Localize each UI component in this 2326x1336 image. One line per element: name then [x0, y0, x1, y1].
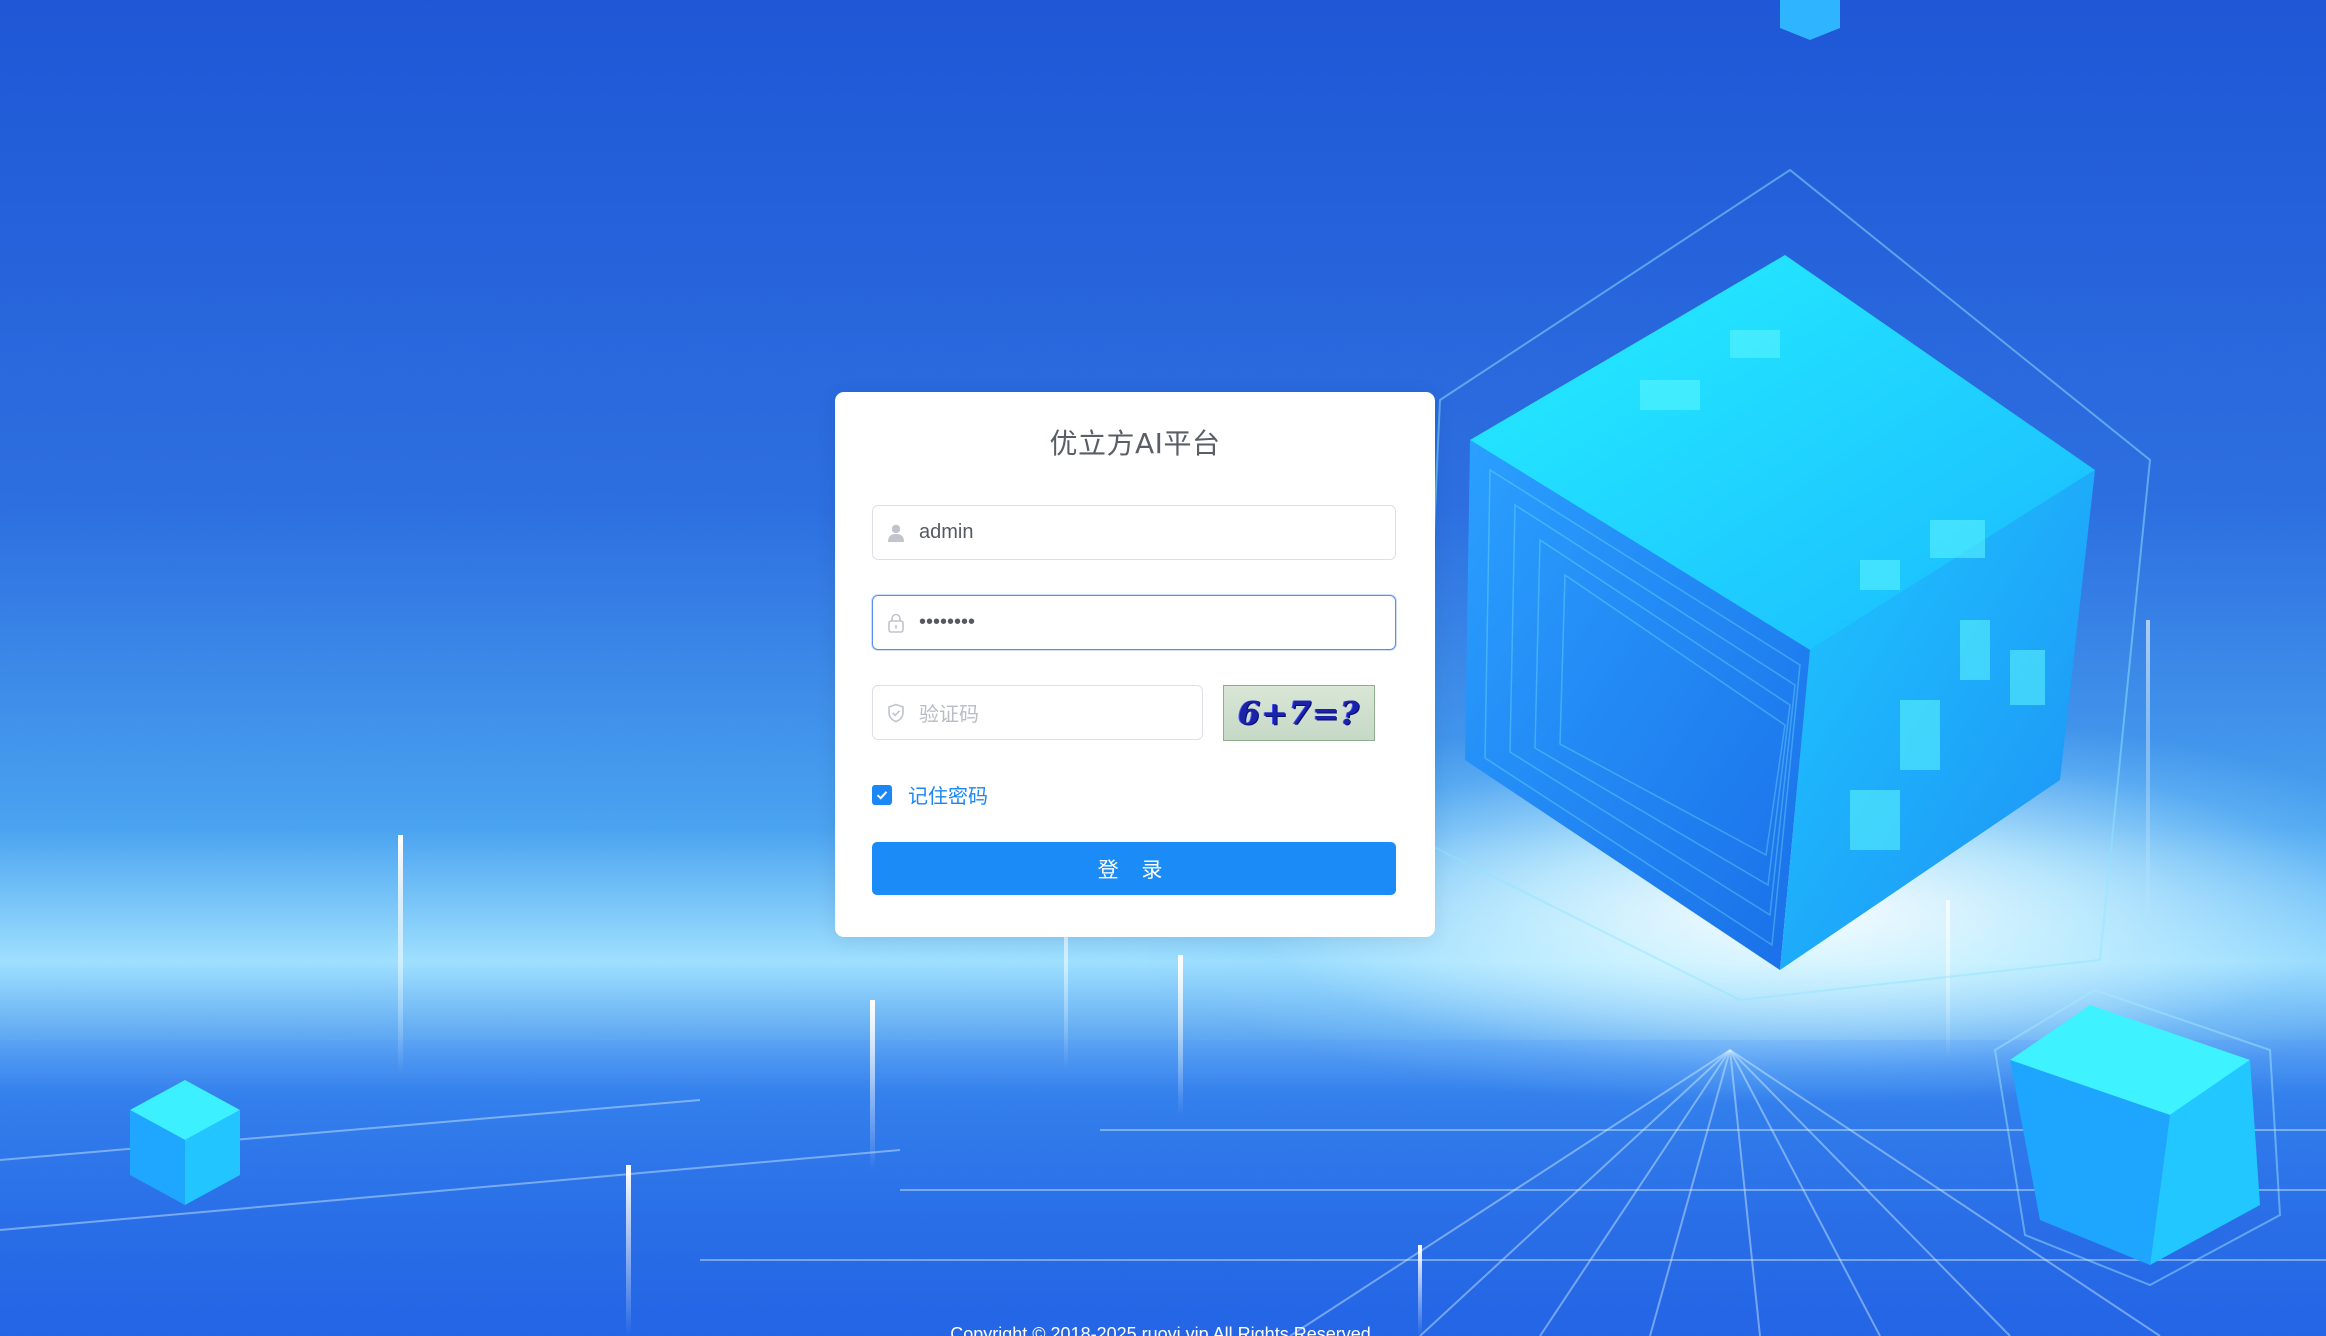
username-input[interactable]: admin	[872, 505, 1396, 560]
user-icon	[873, 523, 919, 543]
grid-lines	[0, 1049, 2326, 1336]
shield-icon	[873, 703, 919, 723]
login-title: 优立方AI平台	[1049, 427, 1221, 460]
remember-checkbox[interactable]	[872, 784, 892, 805]
captcha-code-input[interactable]: 验证码	[872, 685, 1203, 740]
captcha-code-placeholder: 验证码	[919, 704, 979, 726]
login-button[interactable]: 登 录	[872, 842, 1396, 895]
check-icon	[876, 790, 888, 800]
right-cube	[1993, 988, 2282, 1287]
captcha-image[interactable]: 6+7=?	[1223, 685, 1375, 741]
remember-password[interactable]: 记住密码	[872, 780, 988, 809]
lock-icon	[873, 613, 919, 633]
footer-copyright: Copyright © 2018-2025 ruoyi.vip All Righ…	[950, 1324, 1376, 1336]
left-cube	[130, 1080, 240, 1205]
password-value: ••••••••	[919, 611, 976, 633]
username-value: admin	[919, 521, 974, 543]
login-card: 优立方AI平台 admin •••••••• 验证码 6+7=? 记住密码 登 …	[835, 392, 1435, 937]
small-cube-top	[1780, 0, 1840, 40]
remember-label: 记住密码	[908, 784, 988, 808]
password-input[interactable]: ••••••••	[872, 595, 1396, 650]
big-cube	[1465, 255, 2095, 970]
